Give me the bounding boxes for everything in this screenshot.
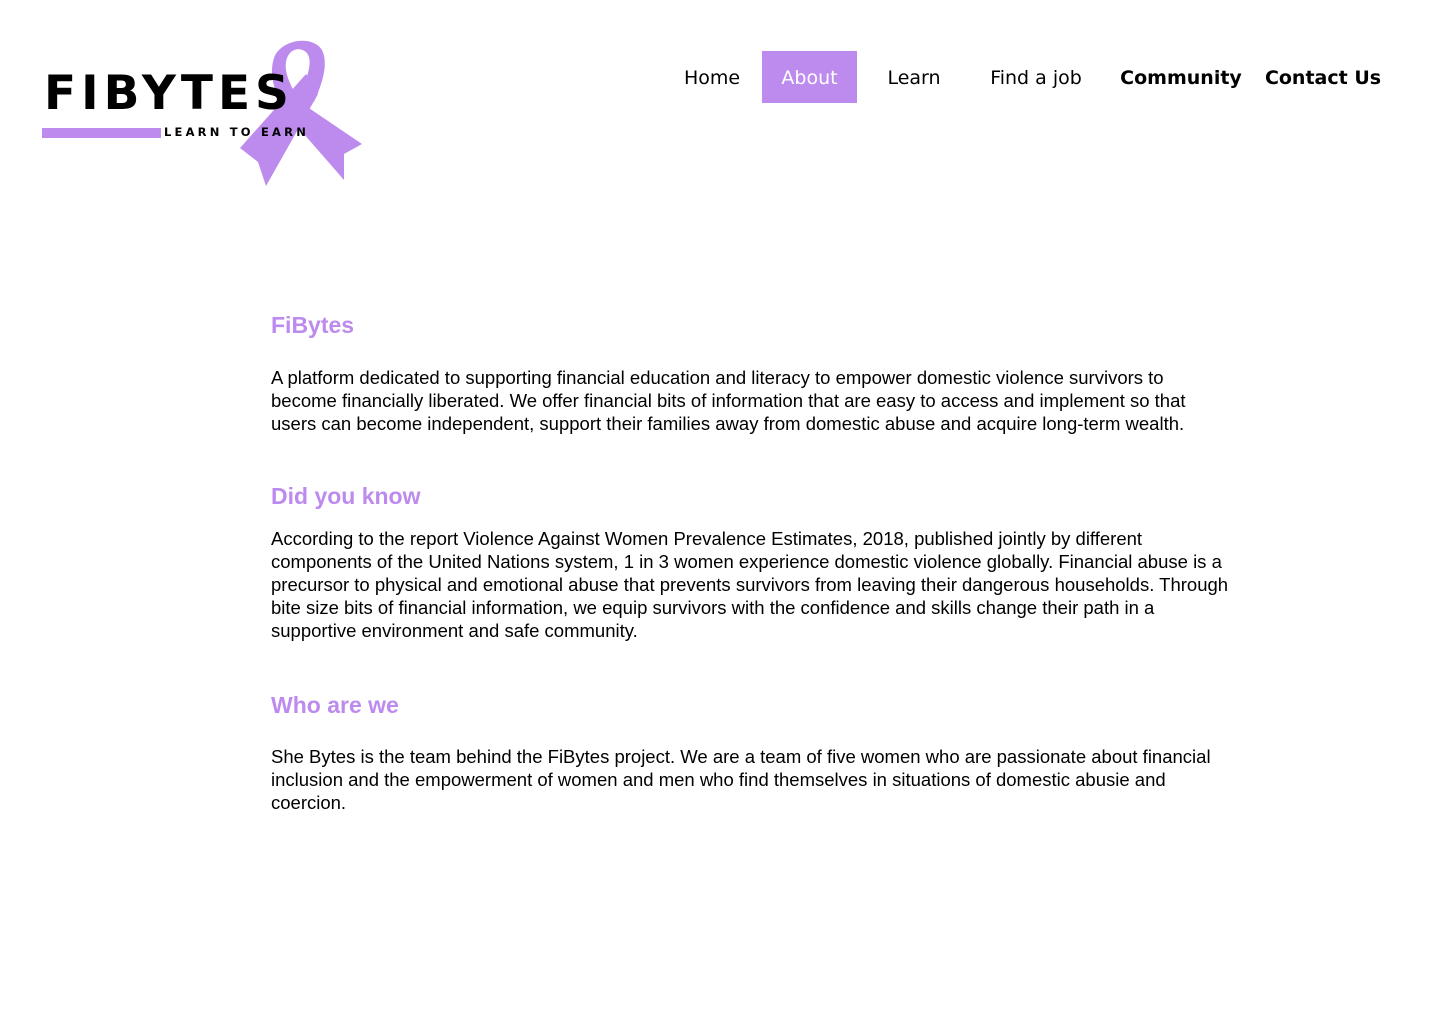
section-text-did-you-know: According to the report Violence Against…: [271, 528, 1229, 641]
nav-find-a-job[interactable]: Find a job: [978, 51, 1094, 103]
section-title-did-you-know: Did you know: [271, 483, 421, 509]
section-text-fibytes: A platform dedicated to supporting finan…: [271, 367, 1186, 434]
nav-contact-us[interactable]: Contact Us: [1262, 51, 1384, 103]
logo-underline-bar: [42, 128, 161, 138]
nav-community[interactable]: Community: [1118, 51, 1244, 103]
nav-about[interactable]: About: [762, 51, 857, 103]
nav-learn[interactable]: Learn: [876, 51, 952, 103]
about-content: FiBytes A platform dedicated to supporti…: [271, 308, 1231, 814]
logo-tagline: LEARN TO EARN: [164, 125, 310, 139]
nav-home[interactable]: Home: [672, 51, 752, 103]
section-text-who-are-we: She Bytes is the team behind the FiBytes…: [271, 746, 1211, 813]
main-nav: Home About Learn Find a job Community Co…: [0, 51, 1440, 103]
section-title-fibytes: FiBytes: [271, 312, 355, 338]
section-title-who-are-we: Who are we: [271, 692, 399, 718]
